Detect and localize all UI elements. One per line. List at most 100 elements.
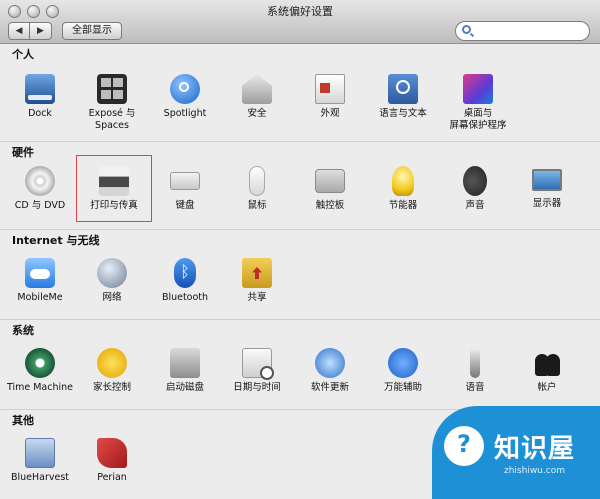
mobileme-icon	[25, 258, 55, 288]
pref-dock[interactable]: Dock	[5, 74, 75, 120]
nav-buttons: ◀ ▶	[8, 22, 52, 40]
pref-desktop[interactable]: 桌面与 屏幕保护程序	[440, 74, 516, 132]
pref-label: 万能辅助	[383, 382, 422, 393]
accessibility-icon	[388, 348, 418, 378]
highlight-box	[76, 155, 152, 222]
spotlight-icon	[170, 74, 200, 104]
trackpad-icon	[315, 169, 345, 193]
pref-speech[interactable]: 语音	[440, 348, 510, 394]
section-title-system: 系统	[12, 324, 34, 337]
pref-label: Exposé 与 Spaces	[88, 108, 136, 131]
time-machine-icon	[25, 348, 55, 378]
pref-label: 触控板	[315, 200, 345, 211]
pref-label: Dock	[28, 108, 52, 119]
watermark-text: 知识屋	[494, 434, 576, 464]
pref-label: 日期与时间	[233, 382, 281, 393]
pref-label: Bluetooth	[161, 292, 209, 303]
pref-expose[interactable]: Exposé 与 Spaces	[77, 74, 147, 132]
pref-label: 安全	[247, 108, 267, 119]
show-all-button[interactable]: 全部显示	[62, 22, 122, 40]
pref-sharing[interactable]: 共享	[222, 258, 292, 304]
back-button[interactable]: ◀	[8, 22, 30, 40]
pref-software-update[interactable]: 软件更新	[295, 348, 365, 394]
pref-label: 网络	[102, 292, 122, 303]
language-icon	[388, 74, 418, 104]
pref-label: 桌面与 屏幕保护程序	[449, 108, 507, 131]
pref-cd-dvd[interactable]: CD 与 DVD	[5, 166, 75, 212]
bluetooth-icon	[174, 258, 196, 288]
pref-label: 外观	[320, 108, 340, 119]
pref-bluetooth[interactable]: Bluetooth	[150, 258, 220, 304]
keyboard-icon	[170, 172, 200, 190]
section-title-internet: Internet 与无线	[12, 234, 100, 247]
sharing-icon	[242, 258, 272, 288]
cd-icon	[25, 166, 55, 196]
pref-label: 鼠标	[247, 200, 267, 211]
dock-icon	[25, 74, 55, 104]
pref-label: 软件更新	[310, 382, 349, 393]
section-personal: 个人 Dock Exposé 与 Spaces Spotlight 安全 外观 …	[0, 44, 600, 142]
pref-label: BlueHarvest	[10, 472, 70, 483]
pref-label: 语言与文本	[379, 108, 427, 119]
blueharvest-icon	[25, 438, 55, 468]
network-icon	[97, 258, 127, 288]
pref-label: CD 与 DVD	[14, 200, 66, 211]
pref-parental-controls[interactable]: 家长控制	[77, 348, 147, 394]
pref-label: Time Machine	[6, 382, 74, 393]
pref-perian[interactable]: Perian	[77, 438, 147, 484]
pref-energy-saver[interactable]: 节能器	[368, 166, 438, 212]
section-internet: Internet 与无线 MobileMe 网络 Bluetooth 共享	[0, 230, 600, 320]
pref-label: 节能器	[388, 200, 418, 211]
section-system: 系统 Time Machine 家长控制 启动磁盘 日期与时间 软件更新 万能辅…	[0, 320, 600, 410]
perian-icon	[97, 438, 127, 468]
pref-accessibility[interactable]: 万能辅助	[368, 348, 438, 394]
search-input[interactable]	[455, 21, 590, 41]
forward-arrow-icon: ▶	[37, 26, 44, 36]
pref-label: 显示器	[532, 198, 562, 209]
pref-label: 家长控制	[92, 382, 131, 393]
mouse-icon	[249, 166, 265, 196]
pref-label: 语音	[465, 382, 485, 393]
watermark-logo: 知识屋 zhishiwu.com	[432, 406, 600, 499]
accounts-icon	[532, 348, 562, 378]
section-title-hardware: 硬件	[12, 146, 34, 159]
forward-button[interactable]: ▶	[30, 22, 52, 40]
display-icon	[532, 169, 562, 191]
pref-label: 帐户	[537, 382, 557, 393]
pref-spotlight[interactable]: Spotlight	[150, 74, 220, 120]
date-time-icon	[242, 348, 274, 380]
toolbar: 系统偏好设置 ◀ ▶ 全部显示	[0, 0, 600, 44]
pref-display[interactable]: 显示器	[512, 166, 582, 210]
desktop-icon	[463, 74, 493, 104]
pref-label: 共享	[247, 292, 267, 303]
appearance-icon	[315, 74, 345, 104]
pref-label: 键盘	[175, 200, 195, 211]
back-arrow-icon: ◀	[15, 26, 23, 36]
pref-mobileme[interactable]: MobileMe	[5, 258, 75, 304]
pref-network[interactable]: 网络	[77, 258, 147, 304]
pref-appearance[interactable]: 外观	[295, 74, 365, 120]
startup-disk-icon	[170, 348, 200, 378]
pref-date-time[interactable]: 日期与时间	[222, 348, 292, 394]
pref-label: 声音	[465, 200, 485, 211]
search-icon	[462, 25, 471, 34]
software-update-icon	[315, 348, 345, 378]
pref-startup-disk[interactable]: 启动磁盘	[150, 348, 220, 394]
pref-keyboard[interactable]: 键盘	[150, 166, 220, 212]
pref-language[interactable]: 语言与文本	[368, 74, 438, 120]
pref-trackpad[interactable]: 触控板	[295, 166, 365, 212]
pref-label: 启动磁盘	[165, 382, 204, 393]
pref-security[interactable]: 安全	[222, 74, 292, 120]
pref-time-machine[interactable]: Time Machine	[5, 348, 75, 394]
energy-saver-icon	[392, 166, 414, 196]
system-preferences-window: 系统偏好设置 ◀ ▶ 全部显示 个人 Dock Exposé 与 Spaces …	[0, 0, 600, 499]
section-title-other: 其他	[12, 414, 34, 427]
pref-label: Spotlight	[163, 108, 207, 119]
pref-label: MobileMe	[17, 292, 63, 303]
pref-blueharvest[interactable]: BlueHarvest	[5, 438, 75, 484]
expose-icon	[97, 74, 127, 104]
watermark-subtext: zhishiwu.com	[504, 466, 565, 476]
pref-sound[interactable]: 声音	[440, 166, 510, 212]
pref-accounts[interactable]: 帐户	[512, 348, 582, 394]
pref-mouse[interactable]: 鼠标	[222, 166, 292, 212]
